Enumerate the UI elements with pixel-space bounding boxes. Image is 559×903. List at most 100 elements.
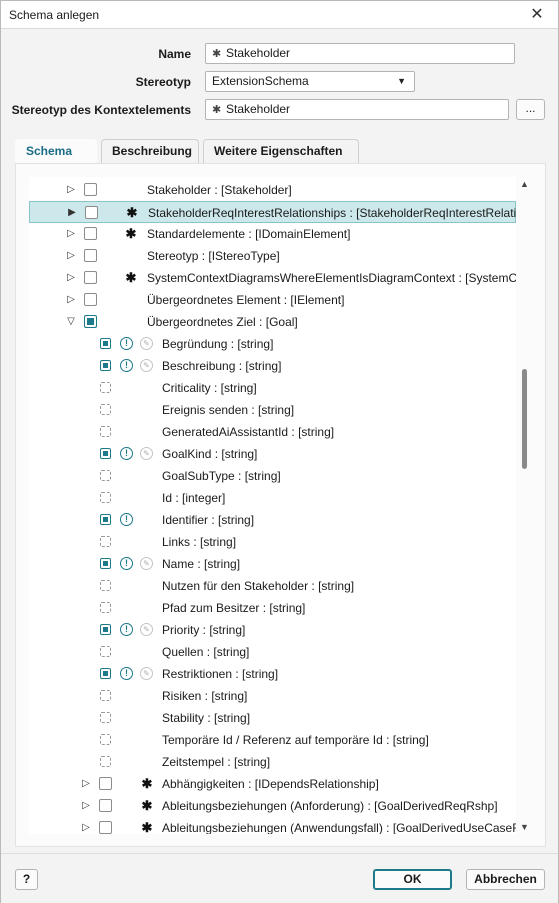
tree-row-checkbox[interactable] <box>99 777 112 790</box>
chevron-right-icon[interactable]: ▷ <box>80 795 92 817</box>
chevron-down-icon[interactable]: ▽ <box>65 311 77 333</box>
pencil-disabled-icon[interactable]: ✎ <box>140 447 153 460</box>
exclamation-circle-icon[interactable]: ! <box>120 513 133 526</box>
name-field[interactable]: ✱ Stakeholder <box>205 43 515 64</box>
tree-row-checkbox[interactable] <box>84 315 97 328</box>
chevron-right-icon[interactable]: ▷ <box>65 289 77 311</box>
property-checkbox[interactable] <box>100 448 111 459</box>
tree-row[interactable]: ▷ ✱ Ableitungsbeziehungen (Anforderung) : … <box>29 795 516 817</box>
property-row[interactable]: Links : [string] <box>29 531 516 553</box>
property-row[interactable]: ! ✎ Priority : [string] <box>29 619 516 641</box>
tree-row-checkbox[interactable] <box>99 799 112 812</box>
property-row[interactable]: ! ✎ Beschreibung : [string] <box>29 355 516 377</box>
property-checkbox[interactable] <box>100 470 111 481</box>
exclamation-circle-icon[interactable]: ! <box>120 359 133 372</box>
chevron-right-icon[interactable]: ▷ <box>65 267 77 289</box>
tree-row[interactable]: ▷ Übergeordnetes Element : [IElement] <box>29 289 516 311</box>
tree-row[interactable]: ▷ ✱ Ableitungsbeziehungen (Anwendungsfall)… <box>29 817 516 834</box>
stereotype-select[interactable]: ExtensionSchema ▼ <box>205 71 415 92</box>
pencil-disabled-icon[interactable]: ✎ <box>140 623 153 636</box>
chevron-right-icon[interactable]: ▷ <box>80 817 92 834</box>
property-row[interactable]: Id : [integer] <box>29 487 516 509</box>
property-checkbox[interactable] <box>100 558 111 569</box>
property-checkbox[interactable] <box>100 734 111 745</box>
property-checkbox[interactable] <box>100 404 111 415</box>
property-checkbox[interactable] <box>100 492 111 503</box>
exclamation-circle-icon[interactable]: ! <box>120 447 133 460</box>
tree-row-checkbox[interactable] <box>84 249 97 262</box>
chevron-right-icon[interactable]: ▷ <box>65 223 77 245</box>
property-row[interactable]: Pfad zum Besitzer : [string] <box>29 597 516 619</box>
tab-weitere-eigenschaften[interactable]: Weitere Eigenschaften <box>203 139 359 163</box>
tree-scrollbar[interactable]: ▲ ▼ <box>516 177 533 834</box>
chevron-right-icon[interactable]: ▷ <box>80 773 92 795</box>
browse-button[interactable]: ... <box>516 99 545 120</box>
property-row[interactable]: Quellen : [string] <box>29 641 516 663</box>
property-checkbox[interactable] <box>100 514 111 525</box>
property-row[interactable]: ! Identifier : [string] <box>29 509 516 531</box>
tab-schema[interactable]: Schema <box>15 139 97 163</box>
property-checkbox[interactable] <box>100 668 111 679</box>
property-row[interactable]: Ereignis senden : [string] <box>29 399 516 421</box>
pencil-disabled-icon[interactable]: ✎ <box>140 337 153 350</box>
property-checkbox[interactable] <box>100 712 111 723</box>
pencil-disabled-icon[interactable]: ✎ <box>140 359 153 372</box>
tree-row[interactable]: ▽ Übergeordnetes Ziel : [Goal] <box>29 311 516 333</box>
schema-tree[interactable]: ▷ Stakeholder : [Stakeholder] ▶ ✱ Stakeholde… <box>29 177 516 834</box>
tree-row-checkbox[interactable] <box>84 293 97 306</box>
tree-row[interactable]: ▶ ✱ StakeholderReqInterestRelationships : … <box>29 201 516 223</box>
property-row[interactable]: GeneratedAiAssistantId : [string] <box>29 421 516 443</box>
property-row[interactable]: Nutzen für den Stakeholder : [string] <box>29 575 516 597</box>
exclamation-circle-icon[interactable]: ! <box>120 337 133 350</box>
close-icon[interactable]: ✕ <box>527 5 547 25</box>
ok-button[interactable]: OK <box>373 869 452 890</box>
tree-row-checkbox[interactable] <box>84 227 97 240</box>
property-checkbox[interactable] <box>100 360 111 371</box>
pencil-disabled-icon[interactable]: ✎ <box>140 667 153 680</box>
property-checkbox[interactable] <box>100 580 111 591</box>
property-checkbox[interactable] <box>100 536 111 547</box>
property-row[interactable]: Stability : [string] <box>29 707 516 729</box>
tree-row-checkbox[interactable] <box>84 271 97 284</box>
tree-row-checkbox[interactable] <box>84 183 97 196</box>
property-row[interactable]: Risiken : [string] <box>29 685 516 707</box>
chevron-right-icon[interactable]: ▷ <box>65 245 77 267</box>
property-row[interactable]: Zeitstempel : [string] <box>29 751 516 773</box>
exclamation-circle-icon[interactable]: ! <box>120 623 133 636</box>
property-checkbox[interactable] <box>100 338 111 349</box>
property-row[interactable]: ! ✎ Name : [string] <box>29 553 516 575</box>
tab-beschreibung[interactable]: Beschreibung <box>101 139 199 163</box>
context-stereotype-field[interactable]: ✱ Stakeholder <box>205 99 509 120</box>
scroll-down-icon[interactable]: ▼ <box>520 822 529 832</box>
property-row[interactable]: ! ✎ Begründung : [string] <box>29 333 516 355</box>
asterisk-icon: ✱ <box>141 820 153 834</box>
property-row[interactable]: Temporäre Id / Referenz auf temporäre Id… <box>29 729 516 751</box>
tree-row-checkbox[interactable] <box>85 206 98 219</box>
tree-row[interactable]: ▷ ✱ Standardelemente : [IDomainElement] <box>29 223 516 245</box>
exclamation-circle-icon[interactable]: ! <box>120 557 133 570</box>
property-row[interactable]: Criticality : [string] <box>29 377 516 399</box>
property-row[interactable]: GoalSubType : [string] <box>29 465 516 487</box>
property-checkbox[interactable] <box>100 756 111 767</box>
tree-row[interactable]: ▷ ✱ SystemContextDiagramsWhereElementIsDia… <box>29 267 516 289</box>
property-checkbox[interactable] <box>100 646 111 657</box>
property-checkbox[interactable] <box>100 382 111 393</box>
tree-row[interactable]: ▷ ✱ Abhängigkeiten : [IDependsRelationship… <box>29 773 516 795</box>
property-row[interactable]: ! ✎ GoalKind : [string] <box>29 443 516 465</box>
chevron-right-icon[interactable]: ▷ <box>65 179 77 201</box>
tree-row-checkbox[interactable] <box>99 821 112 834</box>
cancel-button[interactable]: Abbrechen <box>466 869 545 890</box>
tree-row[interactable]: ▷ Stakeholder : [Stakeholder] <box>29 179 516 201</box>
scroll-up-icon[interactable]: ▲ <box>520 179 529 189</box>
tree-row[interactable]: ▷ Stereotyp : [IStereoType] <box>29 245 516 267</box>
pencil-disabled-icon[interactable]: ✎ <box>140 557 153 570</box>
property-checkbox[interactable] <box>100 690 111 701</box>
exclamation-circle-icon[interactable]: ! <box>120 667 133 680</box>
scroll-thumb[interactable] <box>522 369 527 469</box>
help-button[interactable]: ? <box>15 869 38 890</box>
property-row[interactable]: ! ✎ Restriktionen : [string] <box>29 663 516 685</box>
chevron-right-filled-icon[interactable]: ▶ <box>66 202 78 224</box>
property-checkbox[interactable] <box>100 602 111 613</box>
property-checkbox[interactable] <box>100 624 111 635</box>
property-checkbox[interactable] <box>100 426 111 437</box>
